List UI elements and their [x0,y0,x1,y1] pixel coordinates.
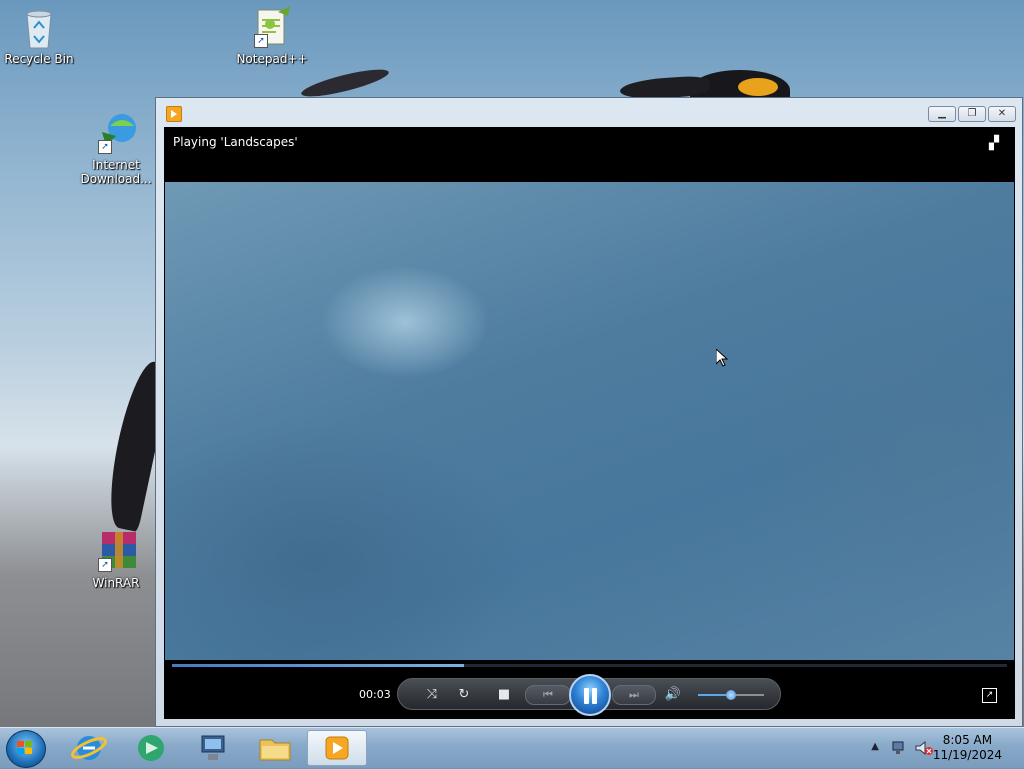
desktop-icon-label: Notepad++ [236,52,308,66]
clock-time: 8:05 AM [942,733,993,747]
volume-slider[interactable] [698,690,764,700]
volume-icon[interactable]: 🔊 [664,686,682,704]
notepad-plus-plus-icon: ➚ [252,6,292,50]
shortcut-arrow-icon: ➚ [98,558,112,572]
player-client-area: Playing 'Landscapes' ▞ 00:03 ⤨ ↻ ■ ⏮ ⏭ 🔊 [164,127,1015,719]
fullscreen-icon[interactable]: ↗ [982,688,997,703]
recycle-bin-icon [19,6,59,50]
windows-media-player-icon [325,736,349,760]
network-icon [201,735,225,760]
internet-explorer-icon [70,736,108,760]
show-hidden-icons-icon[interactable]: ▲ [871,741,879,752]
pause-button[interactable] [569,674,611,716]
minimize-button[interactable]: ▁ [928,106,956,122]
shuffle-icon[interactable]: ⤨ [423,686,441,704]
winrar-icon: ➚ [96,530,136,574]
network-status-icon[interactable] [891,740,909,756]
internet-download-manager-icon: ➚ [96,112,136,156]
desktop-icon-label: Internet Download... [80,158,152,186]
desktop-icon-winrar[interactable]: ➚ WinRAR [78,530,154,590]
seek-bar[interactable] [172,664,1007,667]
windows-logo-icon [17,741,33,755]
wallpaper-decoration [738,78,778,96]
video-area[interactable] [165,182,1014,660]
taskbar-windows-media-player[interactable] [307,730,367,766]
clock-date: 11/19/2024 [932,748,1002,762]
now-playing-label: Playing 'Landscapes' [173,135,298,149]
pause-icon [592,688,597,704]
taskbar-network[interactable] [186,730,240,766]
desktop-icon-notepad-plus-plus[interactable]: ➚ Notepad++ [234,6,310,66]
desktop-icon-internet-download-manager[interactable]: ➚ Internet Download... [78,112,154,186]
volume-muted-icon[interactable] [914,740,934,756]
start-button[interactable] [6,730,46,768]
media-player-window[interactable]: ▁ ❐ ✕ Playing 'Landscapes' ▞ 00:03 ⤨ ↻ ■… [155,97,1023,727]
windows-media-player-icon [166,106,182,122]
system-clock[interactable]: 8:05 AM 11/19/2024 [933,733,1002,763]
stop-icon[interactable]: ■ [495,686,513,704]
shortcut-arrow-icon: ➚ [254,34,268,48]
desktop-icon-recycle-bin[interactable]: Recycle Bin [1,6,77,66]
elapsed-time: 00:03 [359,688,391,701]
taskbar-media-center[interactable] [124,730,178,766]
close-button[interactable]: ✕ [988,106,1016,122]
file-explorer-icon [259,739,291,761]
switch-to-library-icon[interactable]: ▞ [989,137,1005,151]
pause-icon [584,688,589,704]
taskbar-internet-explorer[interactable] [62,730,116,766]
repeat-icon[interactable]: ↻ [455,686,473,704]
desktop-icon-label: Recycle Bin [4,52,74,66]
volume-slider-thumb[interactable] [726,690,736,700]
window-titlebar[interactable]: ▁ ❐ ✕ [156,98,1022,127]
maximize-button[interactable]: ❐ [958,106,986,122]
taskbar-file-explorer[interactable] [248,730,302,766]
taskbar: ▲ 8:05 AM 11/19/2024 [0,727,1024,768]
media-center-icon [138,735,164,761]
desktop-icon-label: WinRAR [92,576,140,590]
shortcut-arrow-icon: ➚ [98,140,112,154]
seek-bar-progress [172,664,465,667]
next-icon[interactable]: ⏭ [612,685,656,705]
mouse-cursor-icon [716,349,728,367]
previous-icon[interactable]: ⏮ [525,685,571,705]
transport-controls: ⤨ ↻ ■ ⏮ ⏭ 🔊 [397,674,781,716]
